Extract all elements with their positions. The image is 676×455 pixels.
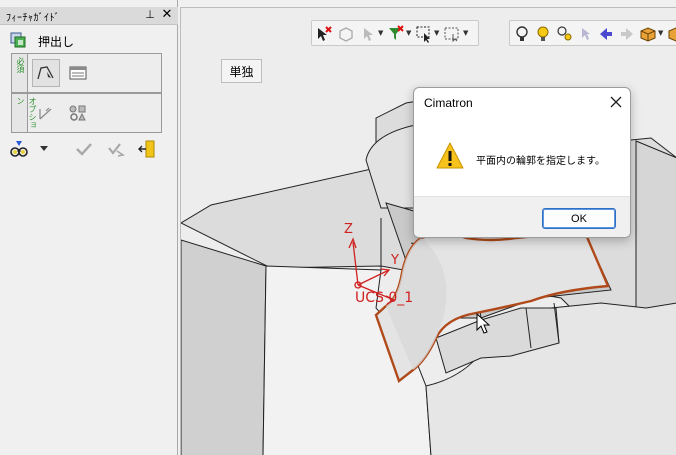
draft-icon [39,107,52,120]
pick-dropdown-icon[interactable]: ▼ [378,30,384,37]
ucs-name-label: UCS 0_1 [355,290,413,306]
pick-button[interactable] [358,24,378,44]
right-block-face [635,140,676,327]
preview-dropdown[interactable] [33,138,55,160]
dialog-title: Cimatron [424,96,473,110]
option-tab: オプション [12,94,37,132]
hint-off-button[interactable] [512,24,532,44]
guide-action-bar [6,138,176,160]
shapes-gear-icon [69,105,86,121]
dialog-footer: OK [414,196,630,237]
chevron-down-icon [40,146,48,151]
check-arrow-icon [108,143,125,157]
view-more-button[interactable] [664,24,676,44]
contour-icon [37,66,54,80]
cube-select-icon [339,27,353,42]
cube-icon [640,27,656,42]
checkmark-icon [76,143,92,156]
required-label: 必須 [16,57,25,73]
feature-name: 押出し [38,35,75,49]
view-toolbar: ▼ [509,20,676,46]
previous-selection-button[interactable] [575,24,595,44]
filter-dropdown-icon[interactable]: ▼ [406,30,412,37]
filter-icon [389,25,404,40]
arrow-left-icon [600,28,612,40]
box-select-dropdown-icon[interactable]: ▼ [434,30,440,37]
lightbulb-gear-icon [557,26,572,41]
view-cube-button[interactable] [638,24,658,44]
back-button[interactable] [596,24,616,44]
exit-door-icon [138,140,155,158]
ok-button[interactable]: OK [542,208,616,229]
cube-icon-2 [668,27,676,42]
box-select-button[interactable] [414,24,434,44]
arrow-right-icon [621,28,633,40]
cursor-delete-icon [318,26,332,41]
options-settings-button[interactable] [64,99,92,127]
box-deselect-icon [444,27,459,43]
front-wall [181,239,267,455]
panel-close-icon[interactable]: ✕ [160,7,174,23]
required-tab: 必須 [12,54,28,92]
lightbulb-outline-icon [516,26,528,41]
clear-selection-button[interactable] [314,24,334,44]
dialog-message: 平面内の輪郭を指定します。 [476,156,605,167]
close-icon[interactable] [608,94,624,110]
extrude-feature-icon [10,32,26,48]
lightbulb-icon [537,26,549,41]
forward-button[interactable] [617,24,637,44]
ucs-z-label: Z [344,222,353,237]
feature-guide-panel: ﾌｨｰﾁｬｶﾞｲﾄﾞ ⊥ ✕ 押出し 必須 オプション [0,0,178,455]
panel-title: ﾌｨｰﾁｬｶﾞｲﾄﾞ [6,13,60,24]
selection-toolbar: ▼ ▼ ▼ ▼ [311,20,479,46]
exit-button[interactable] [136,138,158,160]
pointer-icon [364,28,373,41]
ucs-y-label: Y [390,253,399,268]
box-deselect-dropdown-icon[interactable]: ▼ [463,30,469,37]
apply-button[interactable] [73,138,95,160]
required-group: 必須 [11,53,162,93]
filter-button[interactable] [386,24,406,44]
hint-on-button[interactable] [533,24,553,44]
contour-select-button[interactable] [32,59,60,87]
single-mode-button[interactable]: 単独 [221,59,262,83]
select-object-button[interactable] [336,24,356,44]
table-icon [69,66,87,80]
message-dialog: Cimatron 平面内の輪郭を指定します。 OK [413,87,631,238]
pin-icon[interactable]: ⊥ [144,8,156,22]
box-select-icon [416,26,430,43]
panel-titlebar: ﾌｨｰﾁｬｶﾞｲﾄﾞ ⊥ ✕ [0,7,178,25]
back-pointer-icon [582,28,590,40]
parameter-table-button[interactable] [64,59,92,87]
warning-icon [436,142,464,169]
box-deselect-button[interactable] [442,24,462,44]
apply-continue-button[interactable] [105,138,127,160]
binoculars-icon [10,141,28,157]
draft-angle-button[interactable] [32,99,60,127]
option-group: オプション [11,93,162,133]
preview-button[interactable] [8,138,30,160]
hint-options-button[interactable] [554,24,574,44]
